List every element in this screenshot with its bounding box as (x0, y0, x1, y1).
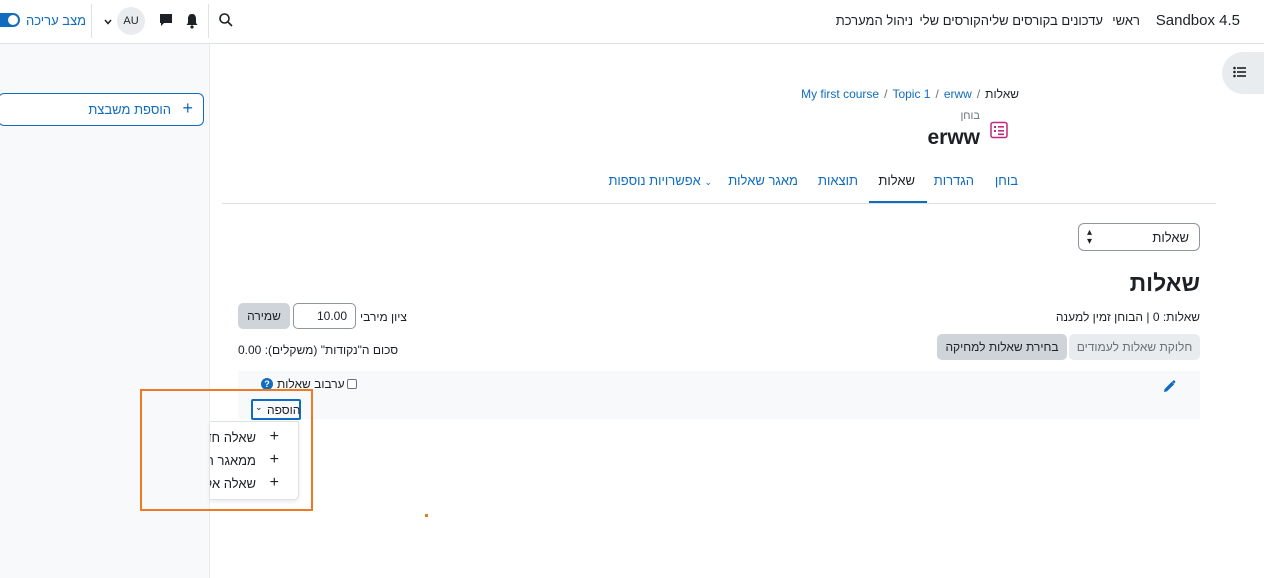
tab-results[interactable]: תוצאות (818, 173, 858, 188)
shuffle-checkbox[interactable] (347, 379, 357, 389)
site-brand[interactable]: Sandbox 4.5 (1156, 12, 1240, 29)
edit-mode-label: מצב עריכה (26, 13, 87, 28)
tab-more-label: אפשרויות נוספות (608, 173, 701, 188)
nav-divider (91, 4, 92, 38)
quiz-summary: שאלות: 0 | הבוחן זמין למענה (1055, 310, 1200, 324)
updown-arrow-icon: ▴ ▾ (1087, 227, 1093, 247)
edit-pencil-icon[interactable] (1163, 380, 1176, 393)
quiz-icon (990, 121, 1008, 139)
view-select[interactable]: שאלות ▴ ▾ (1078, 223, 1200, 251)
max-grade-input[interactable] (293, 303, 356, 329)
chevron-down-icon[interactable] (103, 15, 113, 25)
nav-home[interactable]: ראשי (1112, 13, 1140, 28)
breadcrumb-current: שאלות (985, 87, 1019, 101)
breadcrumb: My first course / Topic 1/erww / שאלות (801, 87, 1019, 101)
save-button[interactable]: שמירה (238, 303, 290, 329)
nav-course-updates[interactable]: עדכונים בקורסים שלי (989, 13, 1103, 28)
breadcrumb-section[interactable]: Topic 1 (892, 87, 930, 101)
tab-more[interactable]: אפשרויות נוספות ⌄ (608, 173, 712, 188)
nav-divider (208, 4, 209, 38)
select-multiple-button[interactable]: בחירת שאלות למחיקה (937, 334, 1067, 360)
tabs-divider (222, 203, 1216, 204)
repaginate-button[interactable]: חלוקת שאלות לעמודים (1069, 334, 1200, 360)
edit-mode-toggle[interactable] (0, 13, 20, 27)
top-navbar: Sandbox 4.5 ראשי עדכונים בקורסים שלי הקו… (0, 0, 1264, 44)
add-block-label: הוספת משבצת (88, 102, 171, 117)
avatar[interactable]: AU (117, 7, 145, 35)
nav-site-admin[interactable]: ניהול המערכת (836, 13, 913, 28)
questions-section (238, 371, 1200, 419)
breadcrumb-quiz[interactable]: erww (944, 87, 972, 101)
max-grade-label: ציון מירבי (360, 310, 407, 324)
questions-heading: שאלות (1129, 270, 1200, 296)
tab-settings[interactable]: הגדרות (934, 173, 974, 188)
annotation-highlight-box (140, 389, 313, 511)
chevron-down-icon: ⌄ (704, 177, 712, 187)
bell-icon[interactable] (185, 13, 199, 29)
nav-my-courses[interactable]: הקורסים שלי (919, 13, 989, 28)
view-select-value: שאלות (1152, 230, 1189, 245)
total-marks: סכום ה"נקודות" (משקלים): 0.00 (238, 343, 399, 357)
breadcrumb-course[interactable]: My first course (801, 87, 879, 101)
plus-icon: + (182, 98, 193, 118)
tab-question-bank[interactable]: מאגר שאלות (728, 173, 798, 188)
page-subtitle: בוחן (960, 110, 980, 122)
page-title: erww (927, 126, 980, 149)
tab-quiz[interactable]: בוחן (995, 173, 1018, 188)
annotation-dot (425, 514, 428, 517)
add-block-button[interactable]: + הוספת משבצת (0, 93, 204, 126)
search-icon[interactable] (218, 12, 234, 28)
list-icon (1233, 66, 1247, 81)
tab-questions[interactable]: שאלות (878, 173, 915, 188)
messages-icon[interactable] (159, 13, 173, 27)
open-index-drawer-button[interactable] (1222, 52, 1264, 94)
